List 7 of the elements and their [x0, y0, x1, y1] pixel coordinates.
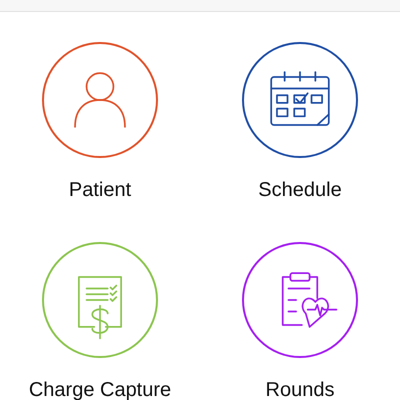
icon-button[interactable] [42, 42, 158, 158]
tile-label[interactable]: Charge Capture [28, 378, 172, 400]
tile-label[interactable]: Schedule [258, 178, 342, 202]
tile-label[interactable]: Rounds [266, 378, 334, 400]
icon-button[interactable] [242, 242, 358, 358]
icon-button[interactable] [242, 42, 358, 158]
tile-label[interactable]: Patient [68, 178, 132, 202]
